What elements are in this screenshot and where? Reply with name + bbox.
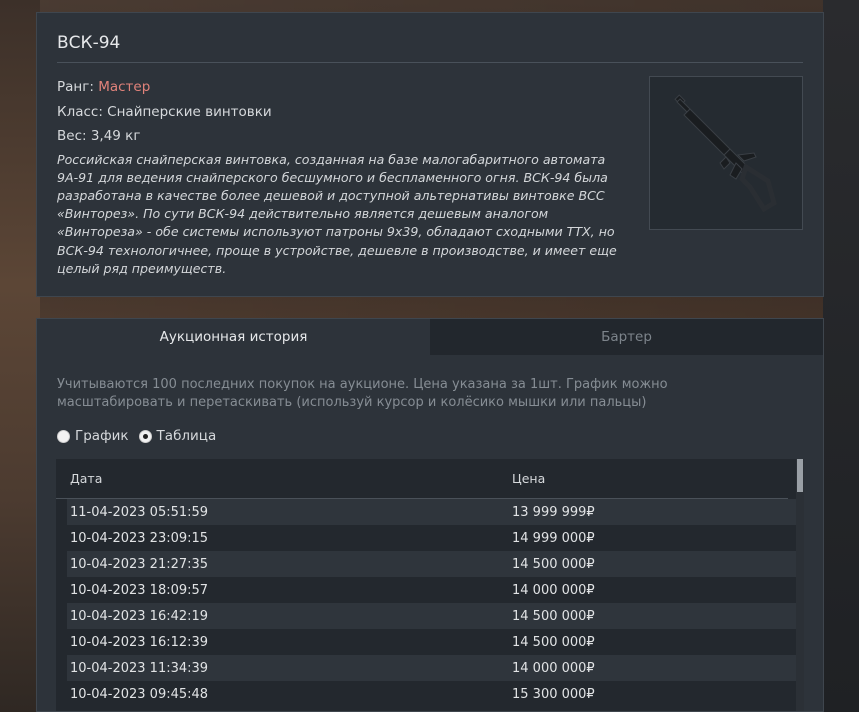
cell-price: 14 000 000₽ [512,582,595,598]
radio-chart-label: График [75,428,129,444]
cell-price: 14 000 000₽ [512,660,595,676]
cell-price: 15 300 000₽ [512,686,595,702]
cell-price: 14 500 000₽ [512,634,595,650]
cell-price: 14 999 000₽ [512,530,595,546]
radio-table[interactable]: Таблица [138,428,217,444]
weapon-image [649,76,803,230]
cell-price: 14 500 000₽ [512,608,595,624]
market-panel: Аукционная история Бартер Учитываются 10… [36,318,824,712]
cell-date: 10-04-2023 21:27:35 [70,556,209,572]
radio-chart[interactable]: График [57,428,129,444]
item-info-panel: ВСК-94 Ранг: Мастер Класс: Снайперские в… [36,12,824,297]
auction-hint: Учитываются 100 последних покупок на аук… [57,377,668,410]
item-title: ВСК-94 [57,33,803,63]
table-row: 10-04-2023 11:34:39 14 000 000₽ [67,655,799,681]
table-row: 11-04-2023 05:51:59 13 999 999₽ [67,499,799,525]
cell-date: 10-04-2023 23:09:15 [70,530,209,546]
header-date: Дата [70,471,103,486]
tab-auction-history[interactable]: Аукционная история [37,319,430,355]
cell-date: 11-04-2023 05:51:59 [70,504,209,520]
cell-date: 10-04-2023 11:34:39 [70,660,209,676]
table-row: 10-04-2023 18:09:57 14 000 000₽ [67,577,799,603]
rank-label: Ранг: [57,79,99,95]
cell-date: 10-04-2023 16:12:39 [70,634,209,650]
cell-price: 14 500 000₽ [512,556,595,572]
radio-chart-circle[interactable] [57,429,70,443]
scrollbar-thumb[interactable] [797,459,803,492]
radio-table-circle[interactable] [138,429,152,443]
radio-table-label: Таблица [156,428,217,444]
cell-date: 10-04-2023 16:42:19 [70,608,209,624]
rank-value: Мастер [98,79,151,95]
header-price: Цена [512,471,546,486]
table-header: Дата Цена [56,459,788,499]
item-description: Российская снайперская винтовка, созданн… [57,151,617,276]
view-toggle: График Таблица [57,428,823,444]
cell-date: 10-04-2023 18:09:57 [70,582,209,598]
cell-date: 10-04-2023 09:45:48 [70,686,209,702]
table-row: 10-04-2023 16:12:39 14 500 000₽ [67,629,799,655]
cell-price: 13 999 999₽ [512,504,595,520]
table-row: 10-04-2023 21:27:35 14 500 000₽ [67,551,799,577]
tab-bar: Аукционная история Бартер [37,319,823,355]
table-scrollbar[interactable] [796,459,804,711]
price-table: Дата Цена 11-04-2023 05:51:59 13 999 999… [56,459,804,711]
table-row: 10-04-2023 09:45:48 15 300 000₽ [67,681,799,707]
tab-barter[interactable]: Бартер [430,319,823,355]
rifle-icon [674,94,777,213]
table-row: 10-04-2023 23:09:15 14 999 000₽ [67,525,799,551]
table-row: 10-04-2023 16:42:19 14 500 000₽ [67,603,799,629]
